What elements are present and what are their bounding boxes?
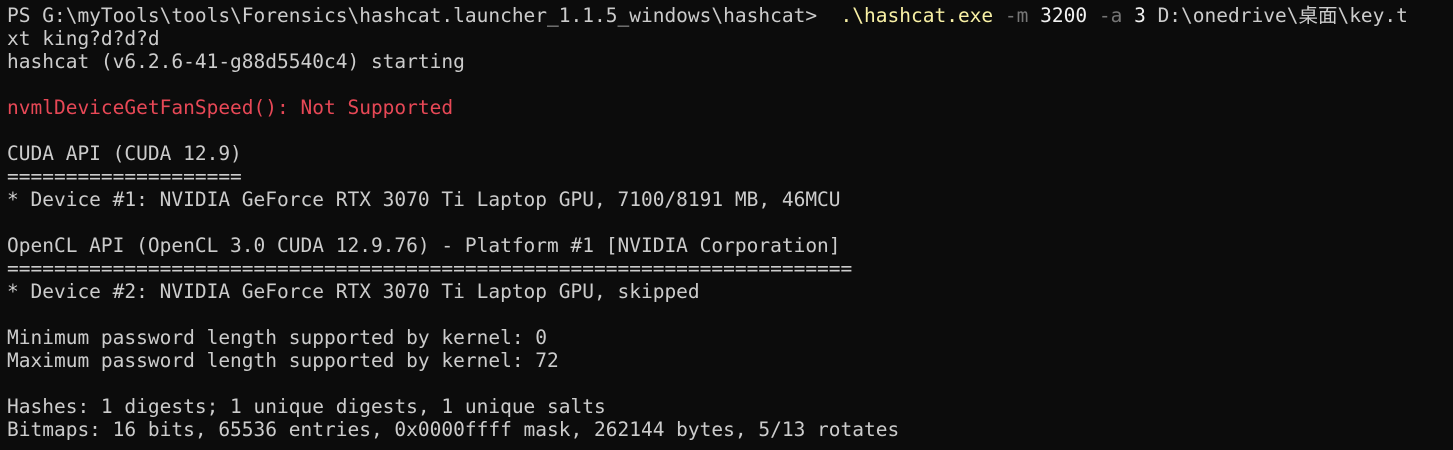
terminal-text-segment: Bitmaps: 16 bits, 65536 entries, 0x0000f… xyxy=(7,418,900,441)
terminal-line: hashcat (v6.2.6-41-g88d5540c4) starting xyxy=(7,50,1453,73)
terminal-line: * Device #2: NVIDIA GeForce RTX 3070 Ti … xyxy=(7,280,1453,303)
terminal-text-segment: .\hashcat.exe xyxy=(840,4,994,27)
terminal-text-segment: xt king?d?d?d xyxy=(7,27,160,50)
terminal-text-segment: ==================== xyxy=(7,165,242,188)
terminal-line: Maximum password length supported by ker… xyxy=(7,349,1453,372)
terminal-text-segment: Maximum password length supported by ker… xyxy=(7,349,559,372)
terminal-text-segment: * Device #2: NVIDIA GeForce RTX 3070 Ti … xyxy=(7,280,700,303)
terminal-line: PS G:\myTools\tools\Forensics\hashcat.la… xyxy=(7,4,1453,27)
terminal-text-segment: ========================================… xyxy=(7,257,853,280)
terminal-output: PS G:\myTools\tools\Forensics\hashcat.la… xyxy=(7,4,1453,441)
terminal-text-segment: * Device #1: NVIDIA GeForce RTX 3070 Ti … xyxy=(7,188,841,211)
terminal-line: Bitmaps: 16 bits, 65536 entries, 0x0000f… xyxy=(7,418,1453,441)
terminal-text-segment: nvmlDeviceGetFanSpeed(): Not Supported xyxy=(7,96,454,119)
terminal-line: CUDA API (CUDA 12.9) xyxy=(7,142,1453,165)
terminal-text-segment: Hashes: 1 digests; 1 unique digests, 1 u… xyxy=(7,395,606,418)
terminal-line: Minimum password length supported by ker… xyxy=(7,326,1453,349)
terminal-text-segment: -a xyxy=(1087,4,1135,27)
terminal-text-segment: hashcat (v6.2.6-41-g88d5540c4) starting xyxy=(7,50,465,73)
terminal-line: nvmlDeviceGetFanSpeed(): Not Supported xyxy=(7,96,1453,119)
terminal-text-segment: OpenCL API (OpenCL 3.0 CUDA 12.9.76) - P… xyxy=(7,234,841,257)
terminal-line: xt king?d?d?d xyxy=(7,27,1453,50)
terminal-text-segment: D:\onedrive\桌面\key.t xyxy=(1145,4,1408,27)
terminal-text-segment: Minimum password length supported by ker… xyxy=(7,326,548,349)
terminal-window[interactable]: PS G:\myTools\tools\Forensics\hashcat.la… xyxy=(0,0,1453,450)
terminal-line: ==================== xyxy=(7,165,1453,188)
terminal-text-segment: 3 xyxy=(1134,4,1146,27)
terminal-text-segment: -m xyxy=(993,4,1041,27)
terminal-text-segment: PS G:\myTools\tools\Forensics\hashcat.la… xyxy=(7,4,841,27)
terminal-line: Hashes: 1 digests; 1 unique digests, 1 u… xyxy=(7,395,1453,418)
terminal-line: OpenCL API (OpenCL 3.0 CUDA 12.9.76) - P… xyxy=(7,234,1453,257)
terminal-line: ========================================… xyxy=(7,257,1453,280)
terminal-line: * Device #1: NVIDIA GeForce RTX 3070 Ti … xyxy=(7,188,1453,211)
terminal-text-segment: CUDA API (CUDA 12.9) xyxy=(7,142,242,165)
terminal-text-segment: 3200 xyxy=(1040,4,1088,27)
